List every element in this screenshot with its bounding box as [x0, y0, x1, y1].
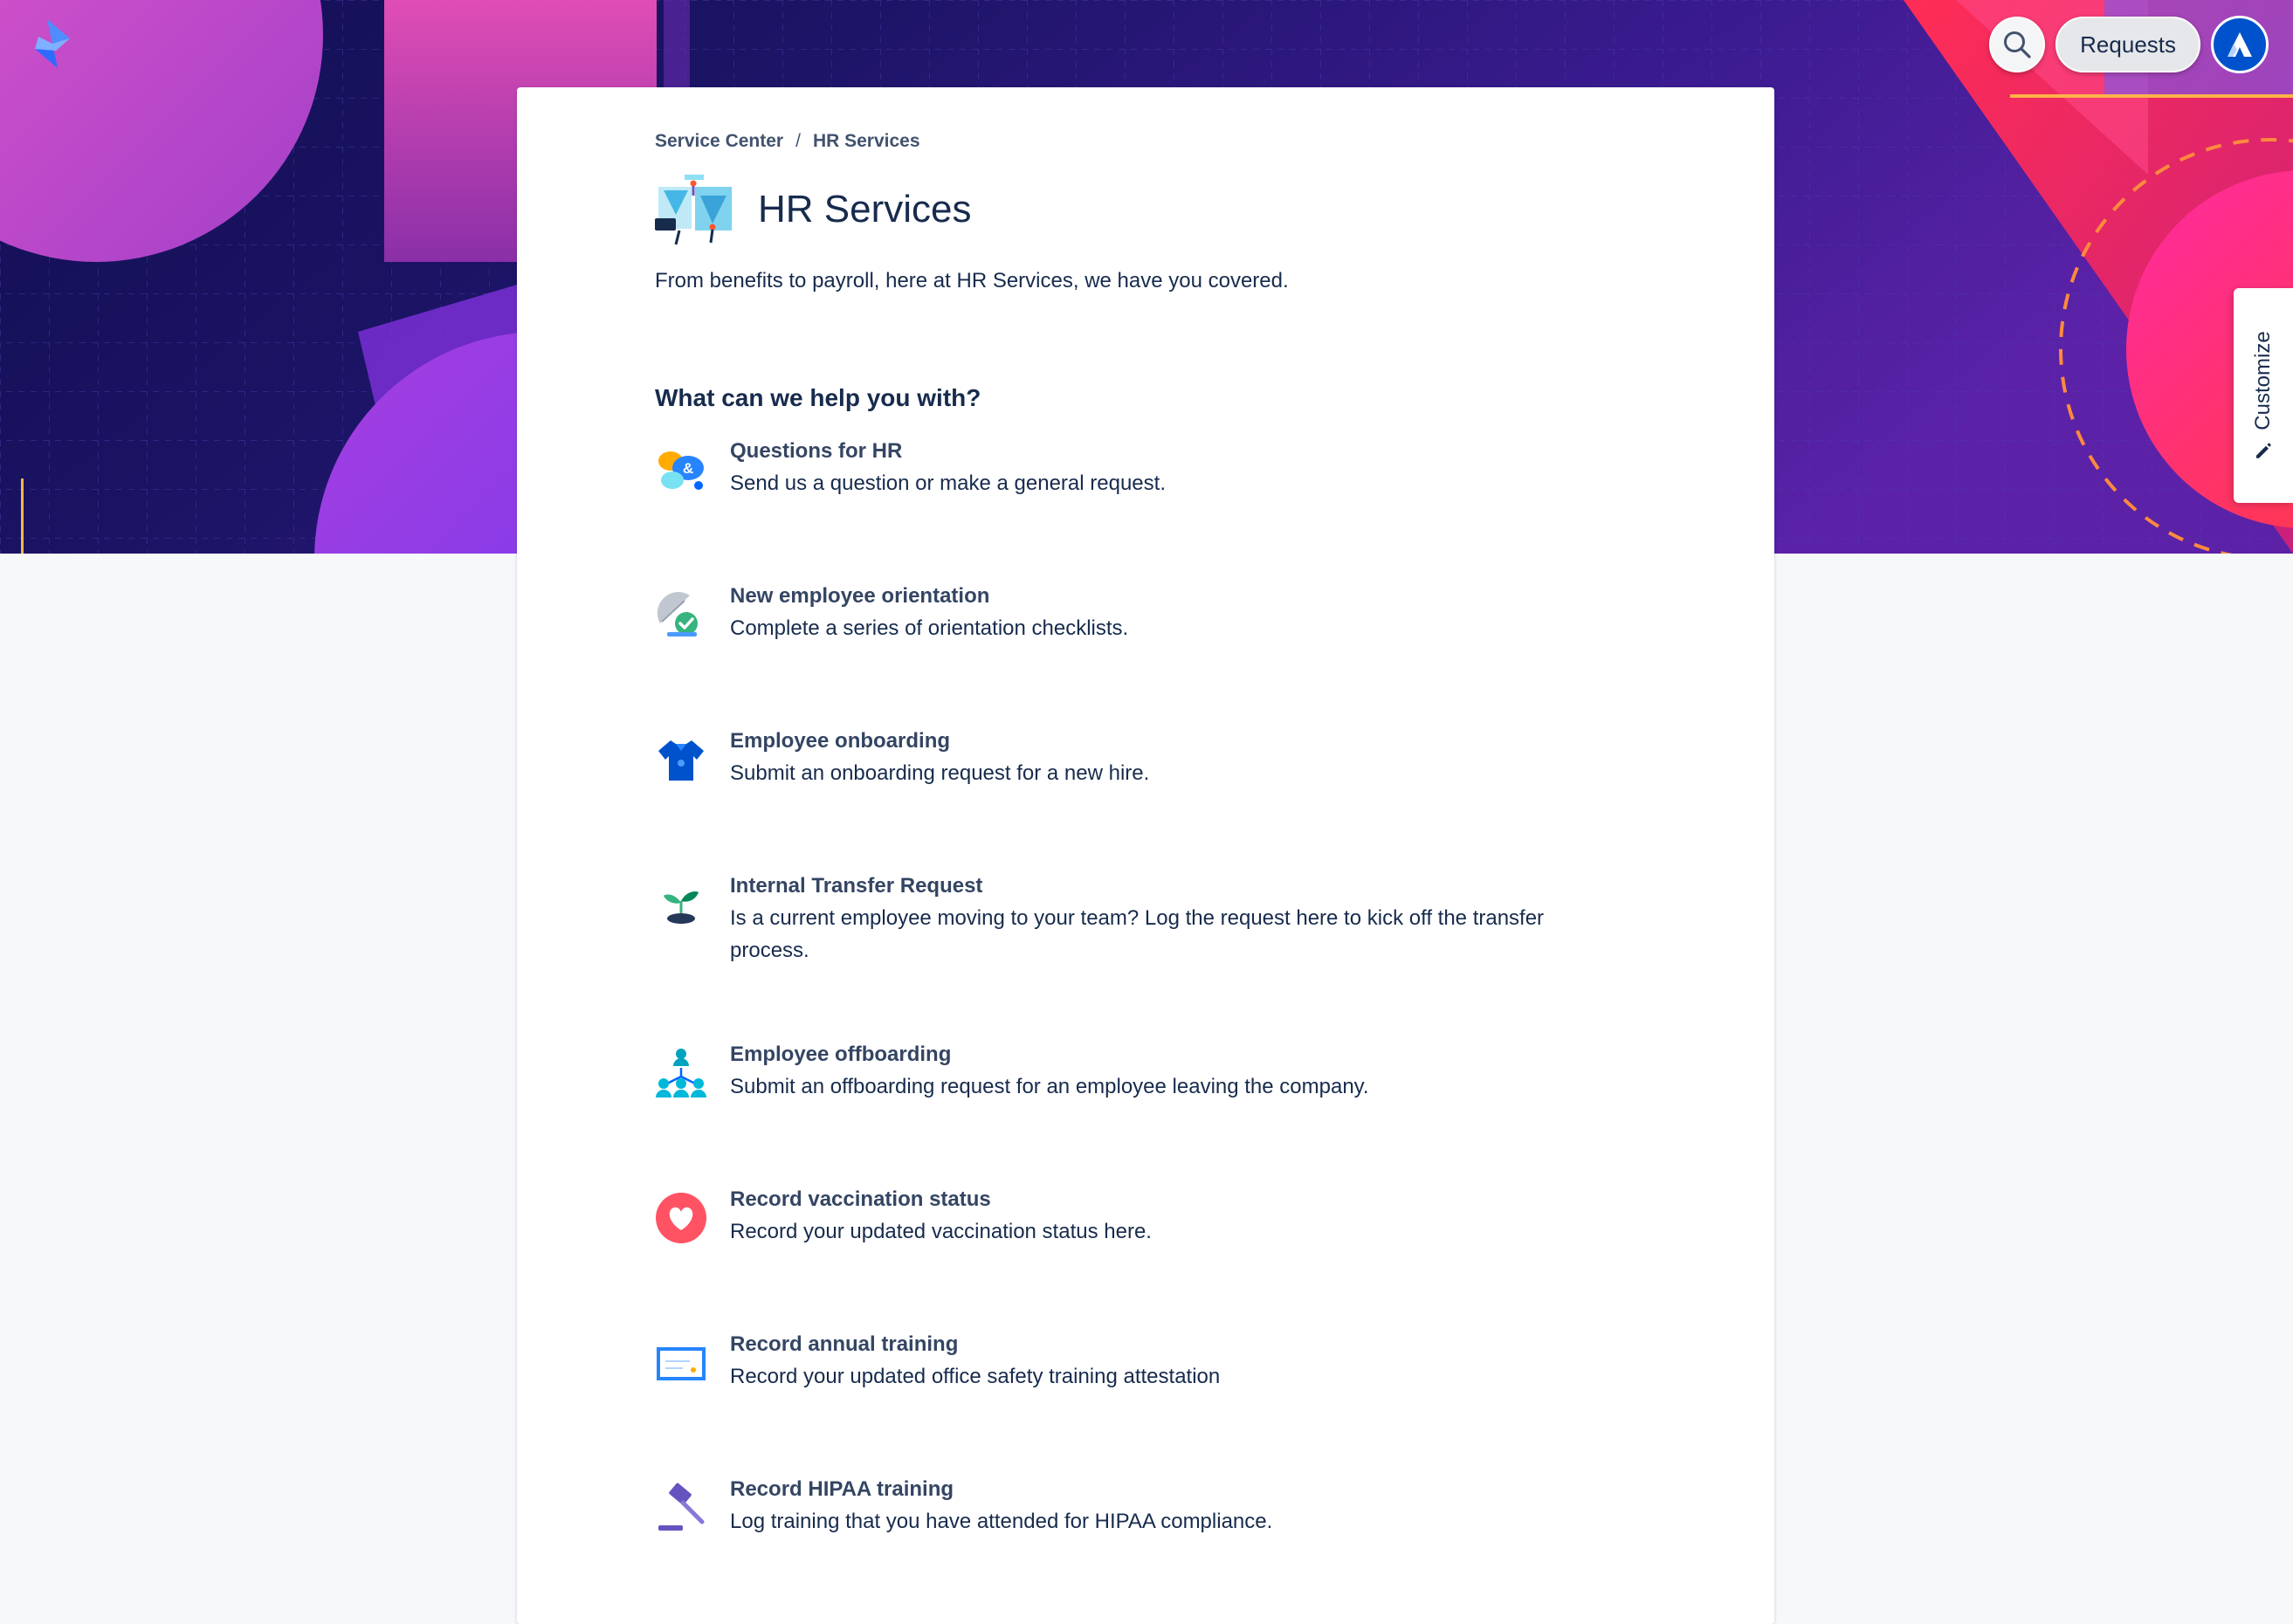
breadcrumb-hr-services[interactable]: HR Services — [813, 131, 920, 152]
request-type-name: Record vaccination status — [730, 1187, 991, 1211]
request-type-questions-for-hr[interactable]: & Questions for HR Send us a question or… — [655, 438, 1633, 503]
request-type-name: Employee onboarding — [730, 729, 951, 753]
request-type-name: Record HIPAA training — [730, 1477, 954, 1501]
request-type-record-hipaa-training[interactable]: Record HIPAA training Log training that … — [655, 1476, 1633, 1541]
request-type-employee-onboarding[interactable]: Employee onboarding Submit an onboarding… — [655, 728, 1633, 793]
request-type-description: Send us a question or make a general req… — [730, 471, 1166, 495]
pencil-icon — [2254, 441, 2273, 460]
request-type-text: Employee offboarding Submit an offboardi… — [730, 1042, 1369, 1103]
shirt-icon — [655, 733, 707, 786]
request-type-text: Questions for HR Send us a question or m… — [730, 438, 1166, 499]
request-type-name: Record annual training — [730, 1332, 959, 1356]
profile-avatar[interactable] — [2211, 16, 2269, 73]
svg-text:&: & — [683, 460, 693, 477]
satellite-check-icon — [655, 588, 707, 641]
request-type-text: Record vaccination status Record your up… — [730, 1187, 1152, 1248]
request-type-name: Questions for HR — [730, 439, 903, 463]
atlassian-logo-icon — [2228, 32, 2252, 57]
header-actions: Requests — [1989, 16, 2269, 73]
request-type-text: New employee orientation Complete a seri… — [730, 583, 1128, 644]
request-type-description: Submit an offboarding request for an emp… — [730, 1075, 1369, 1098]
request-type-description: Submit an onboarding request for a new h… — [730, 761, 1150, 785]
portal-header: HR Services — [655, 169, 1633, 250]
request-type-name: Employee offboarding — [730, 1043, 952, 1066]
request-type-text: Record HIPAA training Log training that … — [730, 1476, 1272, 1538]
portal-card: Service Center / HR Services HR Services… — [517, 87, 1774, 1624]
org-people-icon — [655, 1047, 707, 1099]
sprout-icon — [655, 878, 707, 931]
request-type-name: New employee orientation — [730, 584, 990, 608]
request-type-text: Employee onboarding Submit an onboarding… — [730, 728, 1149, 789]
request-type-record-vaccination-status[interactable]: Record vaccination status Record your up… — [655, 1187, 1633, 1251]
breadcrumb-service-center[interactable]: Service Center — [655, 131, 783, 152]
gavel-icon — [655, 1482, 707, 1534]
portal-title: HR Services — [758, 188, 972, 231]
request-type-list: & Questions for HR Send us a question or… — [655, 438, 1633, 1541]
breadcrumb-separator: / — [795, 131, 801, 151]
certificate-icon — [655, 1337, 707, 1389]
portal-description: From benefits to payroll, here at HR Ser… — [655, 269, 1289, 292]
breadcrumb: Service Center / HR Services — [655, 131, 1633, 152]
request-type-description: Record your updated vaccination status h… — [730, 1220, 1152, 1243]
jira-service-lightning-icon[interactable] — [31, 19, 75, 68]
request-type-new-employee-orientation[interactable]: New employee orientation Complete a seri… — [655, 583, 1633, 648]
portal-content: Service Center / HR Services HR Services… — [655, 131, 1633, 1621]
request-type-record-annual-training[interactable]: Record annual training Record your updat… — [655, 1332, 1633, 1396]
search-button[interactable] — [1989, 17, 2046, 72]
heart-icon — [655, 1192, 707, 1244]
speech-bubbles-icon: & — [655, 444, 707, 496]
request-types-heading: What can we help you with? — [655, 384, 981, 411]
search-icon — [2004, 31, 2031, 58]
request-type-description: Is a current employee moving to your tea… — [730, 906, 1545, 962]
request-type-description: Complete a series of orientation checkli… — [730, 616, 1129, 640]
request-type-text: Internal Transfer Request Is a current e… — [730, 873, 1594, 967]
request-type-employee-offboarding[interactable]: Employee offboarding Submit an offboardi… — [655, 1042, 1633, 1106]
customize-content: Customize — [2251, 331, 2276, 459]
request-type-name: Internal Transfer Request — [730, 874, 983, 898]
request-type-internal-transfer-request[interactable]: Internal Transfer Request Is a current e… — [655, 873, 1633, 967]
customize-label: Customize — [2251, 331, 2275, 430]
request-type-description: Log training that you have attended for … — [730, 1510, 1273, 1533]
request-type-text: Record annual training Record your updat… — [730, 1332, 1220, 1393]
hr-portal-logo-icon — [655, 169, 735, 250]
request-type-description: Record your updated office safety traini… — [730, 1365, 1221, 1388]
customize-tab[interactable]: Customize — [2234, 288, 2293, 503]
requests-button[interactable]: Requests — [2055, 17, 2200, 72]
